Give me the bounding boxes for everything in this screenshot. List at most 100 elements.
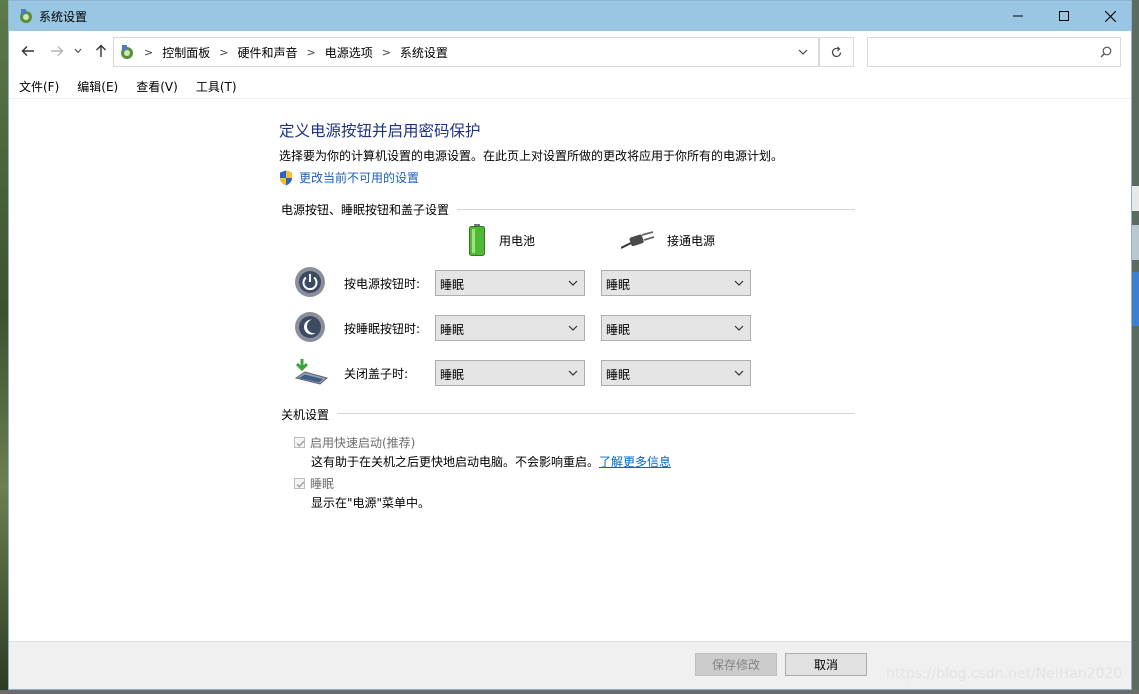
arrow-right-icon [51, 46, 64, 56]
chevron-right-icon: > [381, 45, 391, 59]
close-icon [1104, 10, 1116, 22]
search-input[interactable] [872, 42, 1096, 64]
chevron-right-icon: > [219, 45, 229, 59]
chevron-down-icon [568, 325, 578, 331]
power-section-divider [457, 209, 855, 210]
maximize-icon [1059, 11, 1069, 21]
power-button-icon [295, 267, 325, 297]
breadcrumb: > 控制面板 > 硬件和声音 > 电源选项 > 系统设置 [121, 38, 448, 66]
lid-close-plugged-select[interactable]: 睡眠 [601, 360, 751, 386]
chevron-down-icon [74, 48, 82, 54]
menu-bar: 文件(F) 编辑(E) 查看(V) 工具(T) [9, 74, 1131, 98]
arrow-up-icon [96, 44, 106, 57]
breadcrumb-system-settings[interactable]: 系统设置 [400, 44, 448, 61]
taskbar-strip [0, 690, 1139, 694]
forward-button[interactable] [48, 42, 66, 60]
maximize-button[interactable] [1041, 1, 1087, 31]
page-title: 定义电源按钮并启用密码保护 [279, 122, 481, 140]
sleep-button-battery-select[interactable]: 睡眠 [435, 315, 585, 341]
arrow-left-icon [21, 46, 34, 56]
search-icon [1100, 46, 1112, 58]
sleep-button-label: 按睡眠按钮时: [344, 322, 421, 336]
power-section-title: 电源按钮、睡眠按钮和盖子设置 [281, 203, 450, 217]
change-unavailable-settings-link[interactable]: 更改当前不可用的设置 [279, 169, 419, 186]
power-plug-icon [621, 231, 655, 249]
shutdown-section-title: 关机设置 [281, 408, 330, 422]
fast-startup-checkbox[interactable] [294, 437, 305, 448]
sleep-description: 显示在"电源"菜单中。 [311, 496, 431, 510]
control-panel-icon [121, 45, 133, 59]
sleep-button-icon [295, 312, 325, 342]
refresh-button[interactable] [819, 37, 854, 67]
watermark: https://blog.csdn.net/NeiHan2020 [886, 666, 1123, 682]
window-title: 系统设置 [39, 10, 88, 24]
search-box[interactable] [867, 37, 1121, 67]
back-button[interactable] [19, 42, 37, 60]
sleep-button-plugged-select[interactable]: 睡眠 [601, 315, 751, 341]
menu-divider [9, 98, 1131, 99]
battery-label: 用电池 [499, 233, 536, 248]
desktop-background-right [1132, 0, 1139, 694]
learn-more-link[interactable]: 了解更多信息 [599, 455, 671, 469]
breadcrumb-power-options[interactable]: 电源选项 [325, 44, 373, 61]
cancel-button[interactable]: 取消 [785, 653, 867, 676]
chevron-right-icon: > [306, 45, 316, 59]
page-description: 选择要为你的计算机设置的电源设置。在此页上对设置所做的更改将应用于你所有的电源计… [279, 149, 784, 163]
checkmark-icon [296, 481, 305, 488]
up-button[interactable] [92, 42, 110, 60]
fast-startup-label: 启用快速启动(推荐) [310, 436, 416, 450]
menu-tools[interactable]: 工具(T) [188, 78, 245, 95]
minimize-icon [1013, 15, 1023, 17]
chevron-down-icon [568, 280, 578, 286]
chevron-down-icon [734, 280, 744, 286]
sleep-label: 睡眠 [310, 477, 335, 491]
breadcrumb-control-panel[interactable]: 控制面板 [162, 44, 210, 61]
title-bar: 系统设置 [9, 1, 1131, 31]
select-value: 睡眠 [606, 278, 631, 292]
shutdown-section-divider [337, 413, 855, 414]
fast-startup-checkbox-row[interactable]: 启用快速启动(推荐) [294, 434, 415, 451]
select-value: 睡眠 [606, 323, 631, 337]
navigation-bar: > 控制面板 > 硬件和声音 > 电源选项 > 系统设置 [9, 31, 1131, 71]
laptop-lid-icon [294, 359, 329, 385]
select-value: 睡眠 [440, 323, 465, 337]
address-history-button[interactable] [788, 38, 818, 66]
menu-view[interactable]: 查看(V) [128, 78, 186, 95]
close-button[interactable] [1087, 1, 1131, 31]
power-button-plugged-select[interactable]: 睡眠 [601, 270, 751, 296]
change-link-text[interactable]: 更改当前不可用的设置 [299, 169, 419, 186]
chevron-down-icon [798, 49, 808, 55]
plugged-in-label: 接通电源 [667, 233, 716, 248]
save-changes-button[interactable]: 保存修改 [695, 653, 777, 676]
fast-startup-desc-text: 这有助于在关机之后更快地启动电脑。不会影响重启。 [311, 455, 600, 469]
menu-edit[interactable]: 编辑(E) [69, 78, 126, 95]
chevron-down-icon [568, 370, 578, 376]
address-bar[interactable]: > 控制面板 > 硬件和声音 > 电源选项 > 系统设置 [113, 37, 819, 67]
select-value: 睡眠 [606, 368, 631, 382]
sleep-checkbox[interactable] [294, 478, 305, 489]
desktop-background [0, 0, 8, 694]
select-value: 睡眠 [440, 278, 465, 292]
chevron-right-icon: > [144, 45, 154, 59]
control-panel-icon [20, 9, 32, 23]
refresh-icon [831, 46, 842, 57]
checkmark-icon [296, 440, 305, 447]
chevron-down-icon [734, 325, 744, 331]
lid-close-battery-select[interactable]: 睡眠 [435, 360, 585, 386]
uac-shield-icon [280, 170, 292, 185]
select-value: 睡眠 [440, 368, 465, 382]
plugged-in-column-header: 接通电源 [621, 231, 715, 249]
breadcrumb-hardware-sound[interactable]: 硬件和声音 [237, 44, 297, 61]
fast-startup-description: 这有助于在关机之后更快地启动电脑。不会影响重启。了解更多信息 [311, 453, 671, 470]
recent-locations-button[interactable] [72, 42, 84, 60]
system-settings-window: 系统设置 > 控制面板 > 硬件和声音 > 电源选项 > 系统设置 文件(F) … [8, 0, 1132, 690]
battery-icon [469, 224, 485, 256]
lid-close-label: 关闭盖子时: [344, 367, 409, 381]
power-button-battery-select[interactable]: 睡眠 [435, 270, 585, 296]
minimize-button[interactable] [995, 1, 1041, 31]
chevron-down-icon [734, 370, 744, 376]
menu-file[interactable]: 文件(F) [11, 78, 67, 95]
sleep-checkbox-row[interactable]: 睡眠 [294, 475, 334, 492]
battery-column-header: 用电池 [469, 224, 535, 256]
power-button-label: 按电源按钮时: [344, 277, 421, 291]
